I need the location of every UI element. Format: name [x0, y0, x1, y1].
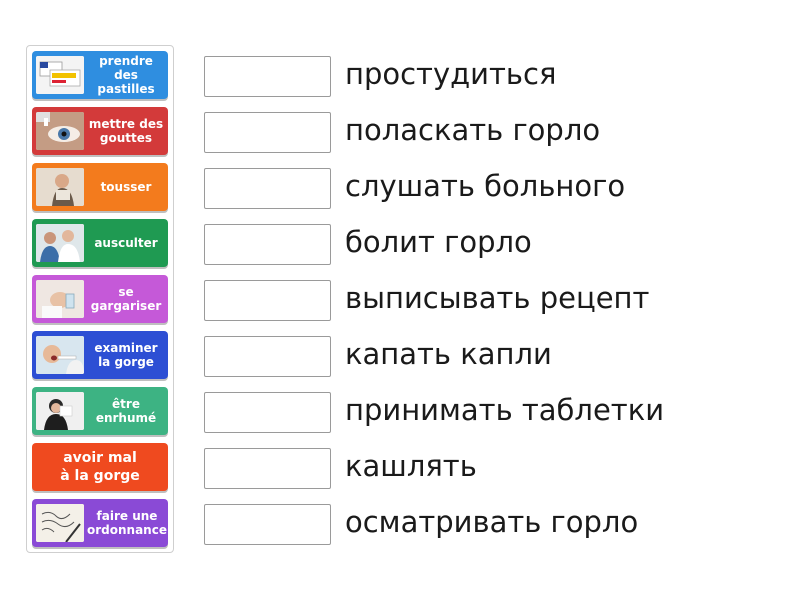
card-se-gargariser[interactable]: se gargariser — [32, 275, 168, 323]
drop-slot-7[interactable] — [204, 392, 331, 433]
gargling-photo-icon — [36, 280, 84, 318]
cold-sneeze-photo-icon — [36, 392, 84, 430]
card-etre-enrhume[interactable]: être enrhumé — [32, 387, 168, 435]
target-word: выписывать рецепт — [345, 281, 650, 315]
card-label: faire une ordonnance — [87, 509, 167, 537]
card-tousser[interactable]: tousser — [32, 163, 168, 211]
card-label: avoir mal à la gorge — [60, 450, 140, 484]
card-label: être enrhumé — [95, 397, 157, 425]
target-word: простудиться — [345, 57, 557, 91]
target-word: слушать больного — [345, 169, 626, 203]
drop-slot-5[interactable] — [204, 280, 331, 321]
drop-slot-9[interactable] — [204, 504, 331, 545]
prescription-photo-icon — [36, 504, 84, 542]
target-word: поласкать горло — [345, 113, 601, 147]
drop-slot-4[interactable] — [204, 224, 331, 265]
card-faire-une-ordonnance[interactable]: faire une ordonnance — [32, 499, 168, 547]
target-word: капать капли — [345, 337, 552, 371]
target-word: принимать таблетки — [345, 393, 665, 427]
target-word: болит горло — [345, 225, 532, 259]
drop-slot-6[interactable] — [204, 336, 331, 377]
card-label: ausculter — [94, 236, 158, 250]
pastilles-photo-icon — [36, 56, 84, 94]
card-avoir-mal-a-la-gorge[interactable]: avoir mal à la gorge — [32, 443, 168, 491]
card-ausculter[interactable]: ausculter — [32, 219, 168, 267]
drop-slot-2[interactable] — [204, 112, 331, 153]
card-label: mettre des gouttes — [88, 117, 164, 145]
drop-slot-1[interactable] — [204, 56, 331, 97]
card-label: prendre des pastilles — [97, 54, 155, 96]
eye-drops-photo-icon — [36, 112, 84, 150]
card-label: examiner la gorge — [94, 341, 158, 369]
target-word: кашлять — [345, 449, 477, 483]
doctor-exam-photo-icon — [36, 224, 84, 262]
card-prendre-des-pastilles[interactable]: prendre des pastilles — [32, 51, 168, 99]
card-mettre-des-gouttes[interactable]: mettre des gouttes — [32, 107, 168, 155]
drop-slot-3[interactable] — [204, 168, 331, 209]
card-label: se gargariser — [90, 285, 162, 313]
card-label: tousser — [100, 180, 152, 194]
throat-exam-photo-icon — [36, 336, 84, 374]
drop-slot-8[interactable] — [204, 448, 331, 489]
target-word: осматривать горло — [345, 505, 639, 539]
coughing-photo-icon — [36, 168, 84, 206]
card-examiner-la-gorge[interactable]: examiner la gorge — [32, 331, 168, 379]
